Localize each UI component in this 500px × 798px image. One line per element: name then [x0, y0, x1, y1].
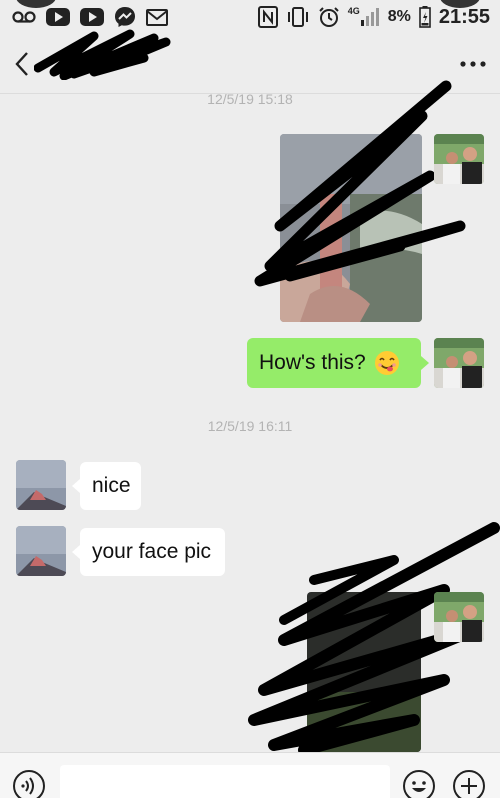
messenger-icon: [114, 6, 136, 28]
alarm-icon: [318, 6, 340, 28]
message-text: nice: [92, 474, 131, 497]
contact-avatar[interactable]: [16, 526, 66, 576]
voicemail-icon: [12, 10, 36, 24]
youtube-icon: [80, 8, 104, 26]
status-bar: 4G 8% 21:55: [0, 0, 500, 34]
battery-percent: 8%: [387, 8, 411, 25]
contact-avatar[interactable]: [16, 460, 66, 510]
message-text: your face pic: [92, 540, 212, 563]
chat-header: [0, 34, 500, 94]
vibrate-icon: [286, 6, 310, 28]
own-avatar[interactable]: [434, 338, 484, 388]
gmail-icon: [146, 8, 168, 26]
message-timestamp: 12/5/19 15:18: [207, 91, 293, 107]
message-input[interactable]: [60, 765, 390, 798]
emoji-button[interactable]: [402, 769, 436, 798]
bubble-tail: [72, 479, 80, 493]
notification-icons: [12, 6, 168, 28]
smiley-icon: [403, 770, 435, 798]
yum-emoji-icon: [374, 351, 399, 375]
nfc-icon: [257, 6, 278, 28]
message-text: How's this?: [259, 351, 366, 374]
youtube-icon: [46, 8, 70, 26]
back-button[interactable]: [14, 44, 44, 84]
own-avatar[interactable]: [434, 592, 484, 642]
input-bar: [0, 752, 500, 798]
own-avatar[interactable]: [434, 134, 484, 184]
more-dots-icon: [460, 60, 486, 67]
voice-input-button[interactable]: [12, 769, 46, 798]
more-options-button[interactable]: [446, 44, 486, 84]
sent-photo[interactable]: [280, 134, 422, 322]
received-message-bubble[interactable]: your face pic: [80, 528, 225, 576]
more-functions-button[interactable]: [452, 769, 486, 798]
chevron-left-icon: [15, 51, 28, 76]
signal-icon: 4G: [347, 6, 380, 26]
message-timestamp: 12/5/19 16:11: [207, 418, 293, 434]
system-indicators: 4G 8% 21:55: [257, 5, 490, 29]
received-message-bubble[interactable]: nice: [80, 462, 141, 510]
sent-message-bubble[interactable]: How's this?: [247, 338, 421, 388]
voice-icon: [13, 770, 45, 798]
bubble-tail: [421, 356, 429, 370]
plus-icon: [453, 770, 485, 798]
bubble-tail: [72, 545, 80, 559]
sent-photo[interactable]: [307, 592, 421, 752]
network-type: 4G: [347, 6, 360, 16]
clock: 21:55: [438, 5, 490, 28]
battery-icon: [419, 6, 431, 28]
